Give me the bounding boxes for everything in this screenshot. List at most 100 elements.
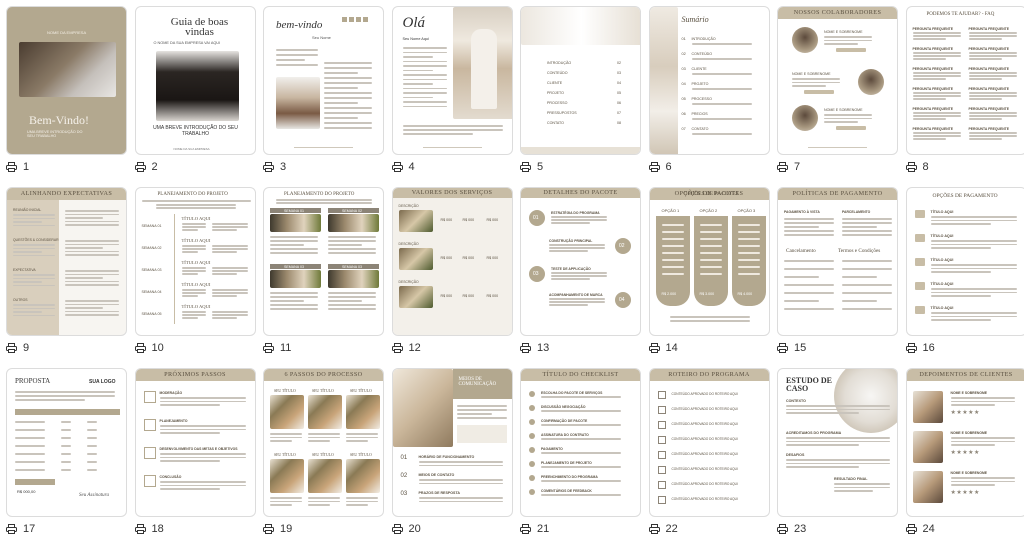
team-photo — [792, 27, 818, 53]
page-thumbnail[interactable]: PODEMOS TE AJUDAR? - FAQ PERGUNTA FREQUEN… — [905, 6, 1024, 155]
role-tag — [836, 48, 866, 52]
text-line — [211, 295, 237, 297]
page-thumbnail[interactable]: PLANEJAMENTO DO PROJETO SEMANA 01 TÍTULO A… — [134, 187, 256, 336]
page-card[interactable]: DETALHES DO PACOTE 01 ESTRATÉGIA DO PROGRA… — [520, 187, 641, 355]
page-card[interactable]: POLÍTICAS DE PAGAMENTO PAGAMENTO À VISTA P… — [777, 187, 898, 355]
page-thumbnail[interactable]: TÍTULO DO CHECKLIST ESCOLHA DO PACOTE DE … — [520, 368, 641, 517]
print-icon[interactable] — [134, 162, 146, 172]
option-name: OPÇÃO 1 — [661, 208, 680, 213]
print-icon[interactable] — [520, 162, 531, 172]
page-card[interactable]: PRÓXIMOS PASSOS MODERAÇÃO PLANEJAMENTO DESE… — [134, 368, 256, 536]
print-icon[interactable] — [520, 524, 531, 534]
page-card[interactable]: bem-vindo Seu Nome 3 — [263, 6, 384, 174]
text-line — [824, 39, 872, 42]
checklist-item: PLANEJAMENTO DE PROJETO — [541, 461, 592, 465]
page-thumbnail[interactable]: Sumário 01 INTRODUÇÃO 02 CONTEÚDO 03 CLIENTE 04… — [648, 6, 770, 155]
print-icon[interactable] — [777, 162, 788, 172]
page-card[interactable]: NOME DA EMPRESA Bem-Vindo! UMA BREVE INTRO… — [6, 6, 127, 174]
page-card[interactable]: DEPOIMENTOS DE CLIENTES NOME E SOBRENOME ★… — [905, 368, 1024, 536]
print-icon[interactable] — [263, 343, 274, 353]
page-thumbnail[interactable]: PLANEJAMENTO DO PROJETO SEMANA 01 SEMANA 0… — [263, 187, 384, 336]
print-icon[interactable] — [905, 524, 917, 534]
print-icon[interactable] — [134, 343, 146, 353]
page-card[interactable]: ROTEIRO DO PROGRAMA CONTEÚDO APROVADO DO … — [648, 368, 770, 536]
print-icon[interactable] — [6, 162, 17, 172]
text-line — [402, 51, 447, 54]
page-thumbnail[interactable]: DEPOIMENTOS DE CLIENTES NOME E SOBRENOME ★… — [905, 368, 1024, 517]
page-title: Bem-Vindo! — [29, 113, 89, 127]
page-thumbnail[interactable]: OPÇÕES DE PACOTES OPÇÕES DE PACOTES OPÇÃO … — [648, 187, 770, 336]
print-icon[interactable] — [905, 343, 917, 353]
page-thumbnail[interactable]: 6 PASSOS DO PROCESSO SEU TÍTULO SEU TÍTULO… — [263, 368, 384, 517]
page-card[interactable]: ESTUDO DE CASO CONTEXTO ACREDITAMOS DO PRO… — [777, 368, 898, 536]
faq-question: PERGUNTA FREQUENTE — [912, 27, 954, 31]
print-icon[interactable] — [520, 343, 531, 353]
page-card[interactable]: PROPOSTA SUA LOGO R$ 000,00 Seu Assinatura 1… — [6, 368, 127, 536]
page-card[interactable]: PLANEJAMENTO DO PROJETO SEMANA 01 SEMANA 0… — [263, 187, 384, 355]
page-card[interactable]: NOSSOS COLABORADORES NOME E SOBRENOME NOME… — [777, 6, 898, 174]
text-line — [930, 291, 1017, 294]
text-line — [912, 72, 961, 74]
print-icon[interactable] — [6, 343, 17, 353]
food-photo — [270, 270, 321, 288]
page-thumbnail[interactable]: Guia de boas vindas O NOME DA SUA EMPRESA… — [134, 6, 256, 155]
page-card[interactable]: Índice de ConteúdoINTRODUÇÃO02CONTEÚDO03… — [520, 6, 641, 174]
process-step-title: SEU TÍTULO — [350, 453, 372, 457]
page-card[interactable]: PLANEJAMENTO DO PROJETO SEMANA 01 TÍTULO A… — [134, 187, 256, 355]
page-card[interactable]: OPÇÕES DE PAGAMENTO TÍTULO AQUI TÍTULO AQU… — [905, 187, 1024, 355]
page-card[interactable]: Olá Seu Nome Aqui 4 — [391, 6, 513, 174]
page-subtitle: Seu Nome — [312, 35, 331, 40]
print-icon[interactable] — [263, 162, 274, 172]
text-line — [402, 125, 503, 127]
woman-photo — [276, 77, 320, 129]
page-thumbnail[interactable]: Olá Seu Nome Aqui — [391, 6, 513, 155]
page-thumbnail[interactable]: Índice de ConteúdoINTRODUÇÃO02CONTEÚDO03… — [520, 6, 641, 155]
page-thumbnail[interactable]: ESTUDO DE CASO CONTEXTO ACREDITAMOS DO PRO… — [777, 368, 898, 517]
toc-number: 05 — [681, 97, 686, 101]
page-card[interactable]: 6 PASSOS DO PROCESSO SEU TÍTULO SEU TÍTULO… — [263, 368, 384, 536]
print-icon[interactable] — [648, 343, 660, 353]
page-card[interactable]: TÍTULO DO CHECKLIST ESCOLHA DO PACOTE DE … — [520, 368, 641, 536]
page-thumbnail[interactable]: VALORES DOS SERVIÇOS DESCRIÇÃO R$ 000 R$ 00… — [391, 187, 513, 336]
text-line — [15, 395, 115, 397]
text-line — [65, 303, 119, 306]
page-thumbnail[interactable]: MEIOS DE COMUNICAÇÃO 01 HORÁRIO DE FUNCION… — [391, 368, 513, 517]
text-line — [950, 397, 1015, 399]
page-card[interactable]: OPÇÕES DE PACOTES OPÇÕES DE PACOTES OPÇÃO … — [648, 187, 770, 355]
text-line — [968, 78, 1003, 80]
print-icon[interactable] — [6, 524, 17, 534]
page-card[interactable]: ALINHANDO EXPECTATIVAS REUNIÃO INICIAL QUE… — [6, 187, 127, 355]
text-line — [155, 204, 236, 206]
page-thumbnail[interactable]: POLÍTICAS DE PAGAMENTO PAGAMENTO À VISTA P… — [777, 187, 898, 336]
page-thumbnail[interactable]: DETALHES DO PACOTE 01 ESTRATÉGIA DO PROGRA… — [520, 187, 641, 336]
page-thumbnail[interactable]: NOSSOS COLABORADORES NOME E SOBRENOME NOME… — [777, 6, 898, 155]
page-card[interactable]: PODEMOS TE AJUDAR? - FAQ PERGUNTA FREQUEN… — [905, 6, 1024, 174]
print-icon[interactable] — [648, 524, 660, 534]
page-thumbnail[interactable]: ALINHANDO EXPECTATIVAS REUNIÃO INICIAL QUE… — [6, 187, 127, 336]
toc-item: PRESSUPOSTOS — [547, 111, 577, 115]
print-icon[interactable] — [134, 524, 146, 534]
print-icon[interactable] — [905, 162, 917, 172]
text-line — [276, 49, 318, 51]
page-thumbnail[interactable]: ROTEIRO DO PROGRAMA CONTEÚDO APROVADO DO … — [648, 368, 770, 517]
print-icon[interactable] — [263, 524, 274, 534]
page-thumbnail[interactable]: PROPOSTA SUA LOGO R$ 000,00 Seu Assinatura — [6, 368, 127, 517]
page-thumbnail[interactable]: bem-vindo Seu Nome — [263, 6, 384, 155]
print-icon[interactable] — [648, 162, 660, 172]
page-card[interactable]: Guia de boas vindas O NOME DA SUA EMPRESA… — [134, 6, 256, 174]
print-icon[interactable] — [777, 343, 788, 353]
print-icon[interactable] — [391, 524, 403, 534]
page-thumbnail[interactable]: PRÓXIMOS PASSOS MODERAÇÃO PLANEJAMENTO DESE… — [134, 368, 256, 517]
page-thumbnail[interactable]: OPÇÕES DE PAGAMENTO TÍTULO AQUI TÍTULO AQU… — [905, 187, 1024, 336]
text-line — [541, 452, 621, 454]
print-icon[interactable] — [777, 524, 788, 534]
page-thumbnail[interactable]: NOME DA EMPRESA Bem-Vindo! UMA BREVE INTRO… — [6, 6, 127, 155]
page-card[interactable]: Sumário 01 INTRODUÇÃO 02 CONTEÚDO 03 CLIENTE 04… — [648, 6, 770, 174]
text-line — [87, 469, 97, 471]
print-icon[interactable] — [391, 343, 403, 353]
page-subtitle: UMA BREVE INTRODUÇÃO DO SEU TRABALHO — [153, 125, 238, 137]
print-icon[interactable] — [391, 162, 403, 172]
page-card[interactable]: VALORES DOS SERVIÇOS DESCRIÇÃO R$ 000 R$ 00… — [391, 187, 513, 355]
step-icon — [143, 391, 156, 403]
page-card[interactable]: MEIOS DE COMUNICAÇÃO 01 HORÁRIO DE FUNCION… — [391, 368, 513, 536]
